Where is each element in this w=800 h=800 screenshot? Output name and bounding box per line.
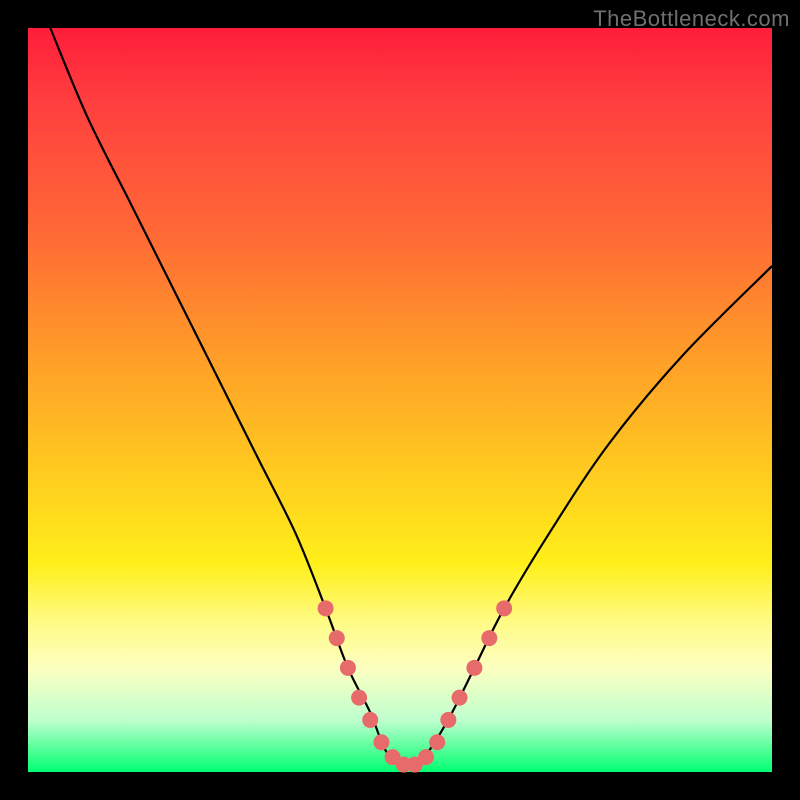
marker-point xyxy=(318,600,334,616)
bottleneck-curve xyxy=(50,28,772,766)
plot-area xyxy=(28,28,772,772)
marker-point xyxy=(362,712,378,728)
marker-point xyxy=(418,749,434,765)
marker-point xyxy=(481,630,497,646)
marker-point xyxy=(340,660,356,676)
chart-frame: TheBottleneck.com xyxy=(0,0,800,800)
marker-point xyxy=(440,712,456,728)
marker-point xyxy=(373,734,389,750)
watermark-text: TheBottleneck.com xyxy=(593,6,790,32)
marker-group xyxy=(318,600,513,772)
bottleneck-curve-svg xyxy=(28,28,772,772)
marker-point xyxy=(452,690,468,706)
marker-point xyxy=(429,734,445,750)
marker-point xyxy=(496,600,512,616)
marker-point xyxy=(466,660,482,676)
marker-point xyxy=(351,690,367,706)
marker-point xyxy=(329,630,345,646)
